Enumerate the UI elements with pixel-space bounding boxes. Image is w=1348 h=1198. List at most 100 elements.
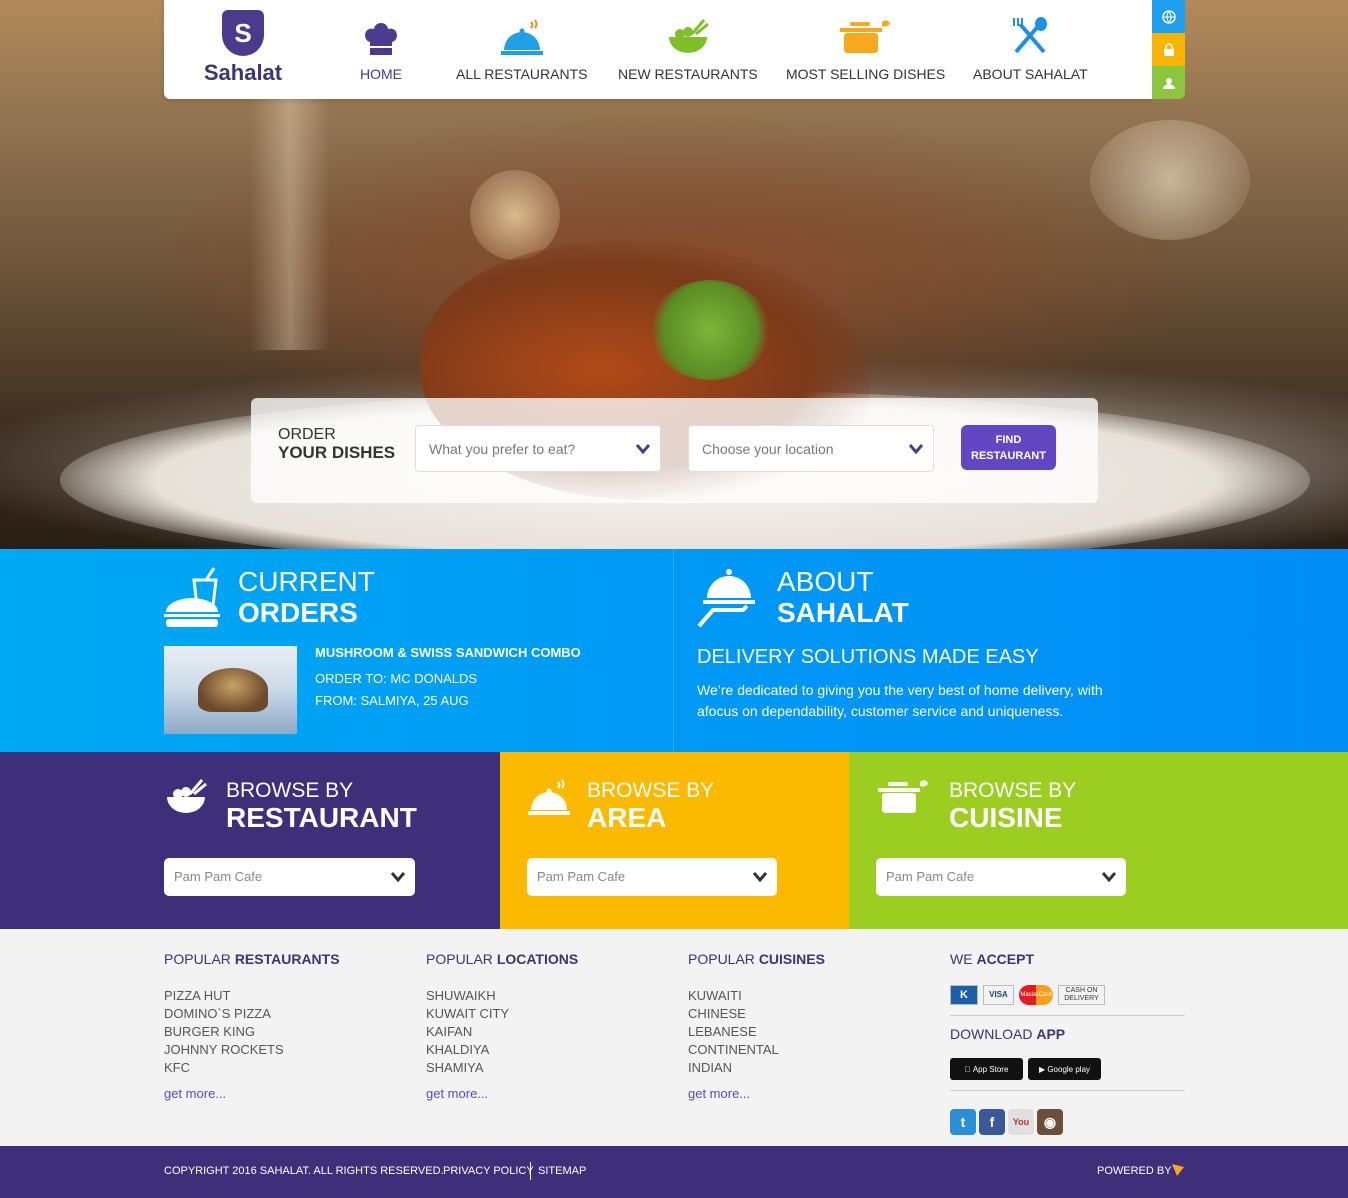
developer-logo-icon[interactable]: [1171, 1163, 1185, 1180]
sahalat-logo[interactable]: S Sahalat: [200, 10, 286, 90]
download-app-heading: DOWNLOAD APP: [950, 1026, 1066, 1042]
about-description: We’re dedicated to giving you the very b…: [697, 682, 1103, 719]
sitemap-link[interactable]: SITEMAP: [538, 1165, 586, 1177]
current-orders-title: CURRENT ORDERS: [238, 566, 375, 628]
fork-spoon-icon: [1013, 17, 1048, 54]
location-select[interactable]: Choose your location: [688, 425, 934, 472]
nav-home[interactable]: HOME: [360, 14, 402, 82]
logo-wordmark: Sahalat: [203, 60, 283, 85]
list-item[interactable]: BURGER KING: [164, 1023, 340, 1041]
popular-restaurants-column: POPULAR RESTAURANTS PIZZA HUT DOMINO`S P…: [164, 951, 340, 1101]
app-store-button[interactable]:  App Store: [950, 1058, 1023, 1080]
account-button[interactable]: [1152, 66, 1185, 99]
nav-most-selling-dishes[interactable]: MOST SELLING DISHES: [786, 14, 945, 82]
youtube-icon[interactable]: You: [1008, 1109, 1034, 1135]
nav-all-restaurants[interactable]: ALL RESTAURANTS: [456, 14, 587, 82]
instagram-icon[interactable]: ◉: [1037, 1109, 1063, 1135]
divider: [950, 1015, 1185, 1016]
social-links: t f You ◉: [950, 1109, 1185, 1135]
restaurant-select[interactable]: Pam Pam Cafe: [164, 858, 415, 896]
area-select[interactable]: Pam Pam Cafe: [527, 858, 777, 896]
browse-by-area-panel: BROWSE BY AREA Pam Pam Cafe: [500, 752, 849, 929]
list-item[interactable]: SHAMIYA: [426, 1059, 578, 1077]
knet-card-icon: K: [950, 985, 978, 1005]
chef-hat-icon: [365, 23, 397, 55]
pot-icon: [878, 780, 928, 813]
we-accept-heading: WE ACCEPT: [950, 951, 1035, 967]
chevron-down-icon: [390, 858, 406, 911]
list-item[interactable]: KUWAIT CITY: [426, 1005, 578, 1023]
location-select-placeholder: Choose your location: [702, 441, 834, 457]
find-button-line2: RESTAURANT: [971, 450, 1046, 462]
dish-select[interactable]: What you prefer to eat?: [415, 425, 661, 472]
order-from-text: FROM: SALMIYA, 25 AUG: [315, 693, 469, 708]
user-icon: [1162, 77, 1175, 89]
divider: [950, 1090, 1185, 1091]
nav-most-selling-dishes-label: MOST SELLING DISHES: [786, 66, 946, 82]
list-item[interactable]: CHINESE: [688, 1005, 825, 1023]
footer-bar: COPYRIGHT 2016 SAHALAT. ALL RIGHTS RESER…: [0, 1146, 1348, 1198]
browse-by-cuisine-panel: BROWSE BY CUISINE Pam Pam Cafe: [849, 752, 1348, 929]
order-to-text: ORDER TO: MC DONALDS: [315, 671, 478, 686]
lock-icon: [1163, 42, 1174, 56]
chevron-down-icon: [1101, 858, 1117, 911]
browse-restaurant-title: BROWSE BY RESTAURANT: [226, 779, 417, 833]
top-navigation: S Sahalat HOME ALL RESTAURANTS NEW RESTA…: [164, 0, 1152, 99]
cuisine-select[interactable]: Pam Pam Cafe: [876, 858, 1126, 896]
app-store-label: App Store: [969, 1064, 1009, 1074]
list-item[interactable]: KAIFAN: [426, 1023, 578, 1041]
cloche-icon: [528, 779, 570, 815]
nav-about-sahalat-label: ABOUT SAHALAT: [973, 66, 1088, 82]
list-item[interactable]: PIZZA HUT: [164, 987, 340, 1005]
order-dish-image: [164, 646, 297, 734]
about-subtitle: DELIVERY SOLUTIONS MADE EASY: [697, 646, 1039, 668]
bowl-icon: [668, 19, 709, 53]
get-more-link[interactable]: get more...: [688, 1086, 825, 1101]
list-item[interactable]: LEBANESE: [688, 1023, 825, 1041]
globe-button[interactable]: [1152, 0, 1185, 33]
list-item[interactable]: DOMINO`S PIZZA: [164, 1005, 340, 1023]
order-search-panel: ORDER YOUR DISHES What you prefer to eat…: [251, 398, 1098, 503]
list-item[interactable]: SHUWAIKH: [426, 987, 578, 1005]
powered-by-text: POWERED BY: [1097, 1165, 1172, 1177]
pot-icon: [839, 20, 890, 53]
list-item[interactable]: CONTINENTAL: [688, 1041, 825, 1059]
find-button-line1: FIND: [995, 434, 1022, 446]
browse-cuisine-title: BROWSE BY CUISINE: [949, 779, 1077, 833]
cuisine-select-value: Pam Pam Cafe: [886, 869, 975, 884]
logo-shield-icon: S: [222, 10, 264, 56]
nav-new-restaurants[interactable]: NEW RESTAURANTS: [618, 14, 758, 82]
list-item[interactable]: INDIAN: [688, 1059, 825, 1077]
nav-new-restaurants-label: NEW RESTAURANTS: [618, 66, 758, 82]
browse-by-restaurant-panel: BROWSE BY RESTAURANT Pam Pam Cafe: [0, 752, 500, 929]
list-item[interactable]: JOHNNY ROCKETS: [164, 1041, 340, 1059]
bokeh-light: [470, 170, 560, 260]
find-restaurant-button[interactable]: FIND RESTAURANT: [961, 425, 1056, 470]
restaurant-select-value: Pam Pam Cafe: [174, 869, 263, 884]
get-more-link[interactable]: get more...: [426, 1086, 578, 1101]
chevron-down-icon: [635, 426, 651, 492]
browse-area-title: BROWSE BY AREA: [587, 779, 715, 833]
about-sahalat-title: ABOUT SAHALAT: [777, 566, 909, 628]
list-item[interactable]: KHALDIYA: [426, 1041, 578, 1059]
quick-action-buttons: [1152, 0, 1185, 99]
list-item[interactable]: KUWAITI: [688, 987, 825, 1005]
order-dishes-label: ORDER YOUR DISHES: [278, 426, 395, 463]
google-play-button[interactable]: ▶ Google play: [1028, 1058, 1101, 1080]
get-more-link[interactable]: get more...: [164, 1086, 340, 1101]
facebook-icon[interactable]: f: [979, 1109, 1005, 1135]
twitter-icon[interactable]: t: [950, 1109, 976, 1135]
popular-restaurants-heading: POPULAR RESTAURANTS: [164, 951, 340, 967]
bokeh-light: [1090, 120, 1250, 240]
order-label-line1: ORDER: [278, 426, 336, 443]
footer-links-section: POPULAR RESTAURANTS PIZZA HUT DOMINO`S P…: [0, 929, 1348, 1146]
privacy-policy-link[interactable]: PRIVACY POLICY: [443, 1165, 534, 1177]
nav-about-sahalat[interactable]: ABOUT SAHALAT: [973, 14, 1088, 82]
order-dish-name[interactable]: MUSHROOM & SWISS SANDWICH COMBO: [315, 645, 581, 660]
chevron-down-icon: [908, 426, 924, 492]
login-button[interactable]: [1152, 33, 1185, 66]
dish-select-placeholder: What you prefer to eat?: [429, 441, 576, 457]
list-item[interactable]: KFC: [164, 1059, 340, 1077]
google-play-label: Google play: [1047, 1064, 1091, 1074]
popular-locations-column: POPULAR LOCATIONS SHUWAIKH KUWAIT CITY K…: [426, 951, 578, 1101]
